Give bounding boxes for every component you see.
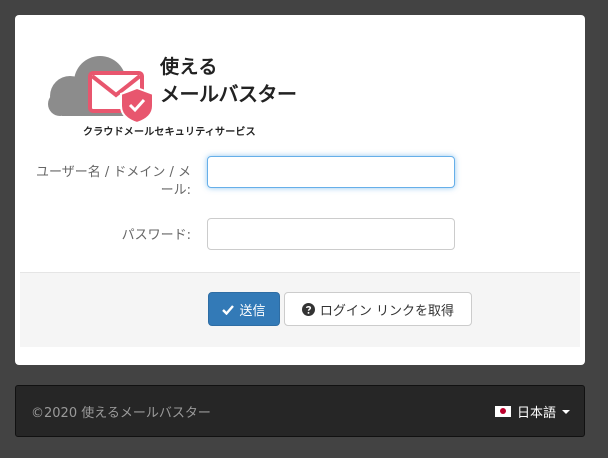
logo: 使える メールバスター クラウドメールセキュリティサービス: [42, 48, 302, 138]
language-selector[interactable]: 日本語: [494, 402, 570, 421]
login-card: 使える メールバスター クラウドメールセキュリティサービス ユーザー名 / ドメ…: [15, 15, 585, 365]
get-login-link-label: ログイン リンクを取得: [319, 303, 455, 319]
japan-flag-icon: [494, 406, 511, 417]
language-label: 日本語: [516, 406, 556, 421]
copyright-text: ©2020 使えるメールバスター: [31, 406, 211, 421]
send-button[interactable]: 送信: [208, 292, 280, 326]
password-input[interactable]: [207, 218, 455, 250]
send-button-label: 送信: [239, 303, 266, 319]
password-label: パスワード:: [121, 228, 191, 243]
get-login-link-button[interactable]: ログイン リンクを取得: [284, 292, 472, 326]
username-input[interactable]: [207, 156, 455, 188]
logo-tagline: クラウドメールセキュリティサービス: [83, 127, 256, 138]
logo-title-line2: メールバスター: [160, 82, 297, 106]
username-label: ユーザー名 / ドメイン / メール:: [35, 165, 191, 198]
check-icon: [222, 304, 235, 315]
logo-title-line1: 使える: [160, 56, 218, 78]
cloud-envelope-shield-icon: [48, 56, 154, 123]
caret-down-icon: [562, 409, 570, 414]
footer-bar: ©2020 使えるメールバスター 日本語: [15, 385, 585, 437]
question-circle-icon: [301, 302, 315, 316]
